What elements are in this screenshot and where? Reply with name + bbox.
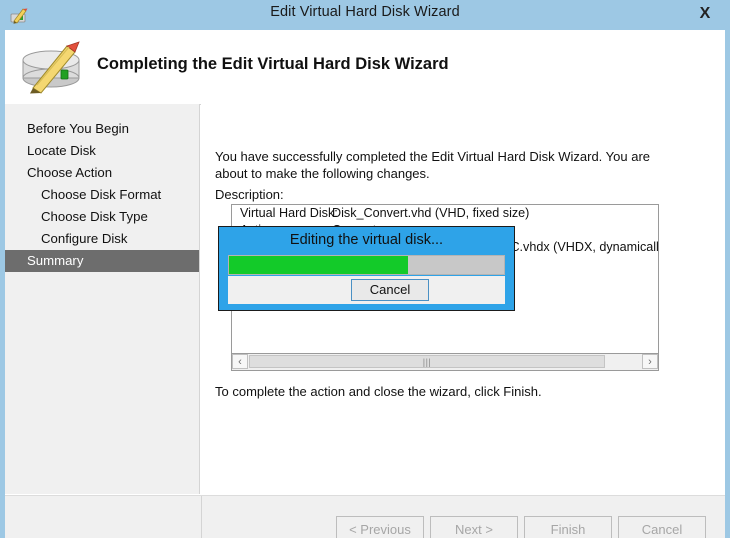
page-title: Completing the Edit Virtual Hard Disk Wi…	[97, 55, 449, 73]
next-button[interactable]: Next >	[430, 516, 518, 538]
wizard-header: Completing the Edit Virtual Hard Disk Wi…	[5, 30, 725, 105]
description-label: Description:	[215, 187, 284, 202]
description-row: Virtual Hard Disk:Disk_Convert.vhd (VHD,…	[232, 205, 658, 222]
description-key: Virtual Hard Disk:	[240, 206, 338, 220]
wizard-window: Edit Virtual Hard Disk Wizard X Completi…	[0, 0, 730, 538]
scrollbar-thumb[interactable]: |||	[249, 355, 605, 368]
progress-bar	[228, 255, 505, 275]
sidebar-item-choose-disk-type[interactable]: Choose Disk Type	[5, 206, 199, 228]
sidebar-item-summary[interactable]: Summary	[5, 250, 199, 272]
sidebar-item-locate-disk[interactable]: Locate Disk	[5, 140, 199, 162]
outro-text: To complete the action and close the wiz…	[215, 384, 542, 399]
close-icon[interactable]: X	[692, 2, 718, 26]
sidebar-item-before-you-begin[interactable]: Before You Begin	[5, 118, 199, 140]
footer-divider	[201, 496, 202, 538]
hard-disk-pencil-icon	[17, 40, 89, 94]
progress-dialog-title: Editing the virtual disk...	[289, 232, 444, 248]
intro-text: You have successfully completed the Edit…	[215, 149, 651, 181]
window-title: Edit Virtual Hard Disk Wizard	[270, 4, 460, 20]
wizard-steps-sidebar: Before You Begin Locate Disk Choose Action…	[5, 104, 200, 494]
finish-button[interactable]: Finish	[524, 516, 612, 538]
previous-button[interactable]: < Previous	[336, 516, 424, 538]
wizard-footer: < Previous Next > Finish Cancel	[5, 495, 725, 538]
title-bar: Edit Virtual Hard Disk Wizard X	[0, 0, 730, 30]
scroll-left-icon[interactable]: ‹	[232, 354, 248, 369]
sidebar-item-choose-disk-format[interactable]: Choose Disk Format	[5, 184, 199, 206]
progress-dialog: Editing the virtual disk... Cancel	[218, 226, 515, 311]
scroll-right-icon[interactable]: ›	[642, 354, 658, 369]
progress-dialog-body: Cancel	[228, 276, 505, 304]
cancel-button[interactable]: Cancel	[618, 516, 706, 538]
sidebar-item-configure-disk[interactable]: Configure Disk	[5, 228, 199, 250]
description-value: Disk_Convert.vhd (VHD, fixed size)	[332, 206, 530, 220]
progress-bar-fill	[229, 256, 408, 274]
progress-cancel-button[interactable]: Cancel	[351, 279, 429, 301]
sidebar-item-choose-action[interactable]: Choose Action	[5, 162, 199, 184]
description-hscrollbar[interactable]: ‹ ||| ›	[231, 354, 659, 371]
